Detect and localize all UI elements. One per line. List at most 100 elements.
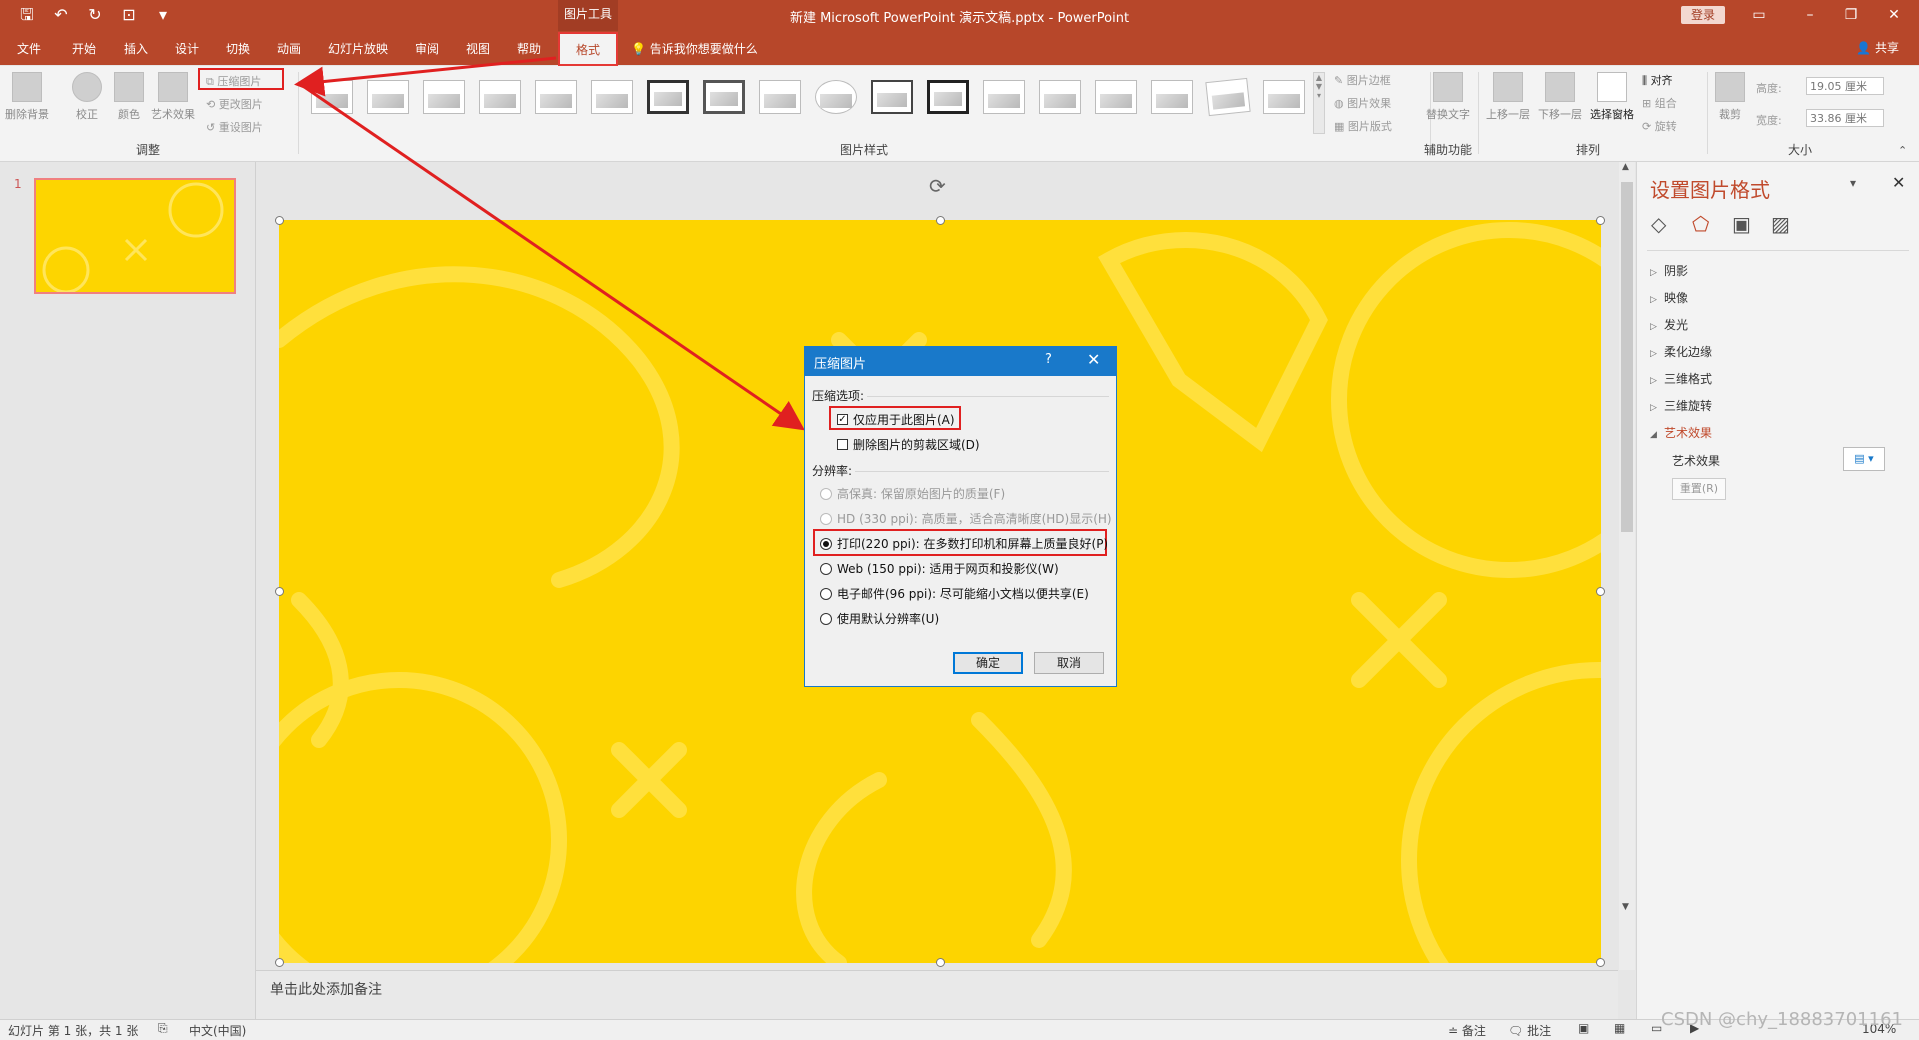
- scroll-down-icon[interactable]: ▼: [1622, 902, 1629, 912]
- dialog-help-button[interactable]: ?: [1045, 352, 1052, 367]
- picture-layout-button[interactable]: ▦ 图片版式: [1334, 118, 1392, 134]
- style-thumb[interactable]: [311, 80, 353, 114]
- fill-line-icon[interactable]: ◇: [1651, 212, 1666, 236]
- section-3d-rotation[interactable]: ▷ 三维旋转: [1650, 397, 1712, 414]
- section-reflection[interactable]: ▷ 映像: [1650, 289, 1688, 306]
- tab-transitions[interactable]: 切换: [226, 40, 250, 57]
- resize-handle[interactable]: [275, 958, 284, 967]
- style-thumb[interactable]: [1151, 80, 1193, 114]
- dialog-close-icon[interactable]: ✕: [1087, 350, 1100, 369]
- normal-view-icon[interactable]: ▣: [1578, 1021, 1589, 1035]
- tab-slideshow[interactable]: 幻灯片放映: [328, 40, 388, 57]
- style-thumb[interactable]: [1263, 80, 1305, 114]
- scroll-up-icon[interactable]: ▲: [1622, 162, 1629, 172]
- tab-design[interactable]: 设计: [175, 40, 199, 57]
- spell-check-icon[interactable]: ⎘: [158, 1021, 168, 1036]
- resize-handle[interactable]: [936, 958, 945, 967]
- crop-button[interactable]: 裁剪: [1710, 72, 1750, 122]
- scroll-thumb[interactable]: [1621, 182, 1633, 532]
- cancel-button[interactable]: 取消: [1034, 652, 1104, 674]
- change-picture-button[interactable]: ⟲ 更改图片: [206, 96, 263, 112]
- artistic-effects-dropdown[interactable]: ▤ ▾: [1843, 447, 1885, 471]
- resolution-option-print[interactable]: 打印(220 ppi): 在多数打印机和屏幕上质量良好(P): [820, 535, 1108, 552]
- section-soft-edges[interactable]: ▷ 柔化边缘: [1650, 343, 1712, 360]
- comments-toggle[interactable]: 🗨 批注: [1508, 1022, 1551, 1039]
- reset-picture-button[interactable]: ↺ 重设图片: [206, 119, 263, 135]
- tab-format[interactable]: 格式: [558, 32, 618, 66]
- pane-close-icon[interactable]: ✕: [1892, 173, 1905, 192]
- sorter-view-icon[interactable]: ▦: [1614, 1021, 1625, 1035]
- delete-cropped-checkbox[interactable]: 删除图片的剪裁区域(D): [837, 436, 980, 453]
- resolution-option-web[interactable]: Web (150 ppi): 适用于网页和投影仪(W): [820, 560, 1059, 577]
- tab-animations[interactable]: 动画: [277, 40, 301, 57]
- language-status[interactable]: 中文(中国): [189, 1022, 246, 1039]
- close-window-icon[interactable]: ✕: [1876, 4, 1912, 26]
- section-shadow[interactable]: ▷ 阴影: [1650, 262, 1688, 279]
- picture-icon[interactable]: ▨: [1771, 212, 1790, 236]
- remove-background-button[interactable]: 删除背景: [4, 72, 50, 122]
- align-button[interactable]: ⫼ 对齐: [1642, 72, 1673, 88]
- resize-handle[interactable]: [275, 216, 284, 225]
- picture-effects-button[interactable]: ◍ 图片效果: [1334, 95, 1391, 111]
- style-thumb[interactable]: [759, 80, 801, 114]
- section-artistic-effects[interactable]: ◢ 艺术效果: [1650, 424, 1712, 441]
- picture-border-button[interactable]: ✎ 图片边框: [1334, 72, 1391, 88]
- bring-forward-button[interactable]: 上移一层: [1482, 72, 1534, 122]
- ok-button[interactable]: 确定: [953, 652, 1023, 674]
- style-thumb[interactable]: [647, 80, 689, 114]
- width-input[interactable]: 33.86 厘米: [1806, 109, 1884, 127]
- pane-options-icon[interactable]: ▾: [1850, 176, 1856, 190]
- send-backward-button[interactable]: 下移一层: [1534, 72, 1586, 122]
- section-glow[interactable]: ▷ 发光: [1650, 316, 1688, 333]
- resize-handle[interactable]: [275, 587, 284, 596]
- style-thumb[interactable]: [1205, 77, 1251, 117]
- style-thumb[interactable]: [927, 80, 969, 114]
- minimize-icon[interactable]: –: [1792, 4, 1828, 26]
- reset-button[interactable]: 重置(R): [1672, 478, 1726, 500]
- restore-icon[interactable]: ❐: [1833, 4, 1869, 26]
- style-thumb[interactable]: [591, 80, 633, 114]
- tell-me-box[interactable]: 💡 告诉我你想要做什么: [631, 40, 758, 57]
- style-thumb[interactable]: [871, 80, 913, 114]
- resize-handle[interactable]: [1596, 216, 1605, 225]
- color-button[interactable]: 颜色: [106, 72, 152, 122]
- tab-view[interactable]: 视图: [466, 40, 490, 57]
- gallery-scroll[interactable]: ▲ ▼ ▾: [1313, 72, 1325, 134]
- style-thumb[interactable]: [367, 80, 409, 114]
- share-button[interactable]: 👤 共享: [1856, 39, 1899, 56]
- alt-text-button[interactable]: 替换文字: [1425, 72, 1471, 122]
- resize-handle[interactable]: [936, 216, 945, 225]
- tab-help[interactable]: 帮助: [517, 40, 541, 57]
- picture-styles-gallery[interactable]: [303, 72, 1309, 130]
- style-thumb[interactable]: [703, 80, 745, 114]
- effects-pentagon-icon[interactable]: ⬠: [1692, 212, 1709, 236]
- notes-pane[interactable]: 单击此处添加备注: [256, 970, 1618, 1019]
- apply-only-checkbox[interactable]: ✓ 仅应用于此图片(A): [837, 411, 955, 428]
- slide-thumbnail[interactable]: [34, 178, 236, 294]
- tab-file[interactable]: 文件: [17, 40, 41, 57]
- artistic-effects-button[interactable]: 艺术效果: [150, 72, 196, 122]
- compress-pictures-button[interactable]: ⧉ 压缩图片: [198, 68, 284, 90]
- resize-handle[interactable]: [1596, 958, 1605, 967]
- rotate-handle-icon[interactable]: ⟳: [929, 174, 946, 198]
- size-properties-icon[interactable]: ▣: [1732, 212, 1751, 236]
- selection-pane-button[interactable]: 选择窗格: [1586, 72, 1638, 122]
- style-thumb[interactable]: [479, 80, 521, 114]
- tab-home[interactable]: 开始: [72, 40, 96, 57]
- collapse-ribbon-icon[interactable]: ⌃: [1898, 144, 1907, 157]
- height-input[interactable]: 19.05 厘米: [1806, 77, 1884, 95]
- rotate-button[interactable]: ⟳ 旋转: [1642, 118, 1677, 134]
- style-thumb[interactable]: [1095, 80, 1137, 114]
- resolution-option-default[interactable]: 使用默认分辨率(U): [820, 610, 939, 627]
- corrections-button[interactable]: 校正: [64, 72, 110, 122]
- notes-toggle[interactable]: ≐ 备注: [1448, 1022, 1486, 1039]
- group-button[interactable]: ⊞ 组合: [1642, 95, 1677, 111]
- style-thumb[interactable]: [1039, 80, 1081, 114]
- style-thumb[interactable]: [423, 80, 465, 114]
- style-thumb[interactable]: [983, 80, 1025, 114]
- ribbon-display-icon[interactable]: ▭: [1741, 4, 1777, 26]
- login-button[interactable]: 登录: [1681, 6, 1725, 24]
- tab-insert[interactable]: 插入: [124, 40, 148, 57]
- resolution-option-email[interactable]: 电子邮件(96 ppi): 尽可能缩小文档以便共享(E): [820, 585, 1089, 602]
- style-thumb[interactable]: [815, 80, 857, 114]
